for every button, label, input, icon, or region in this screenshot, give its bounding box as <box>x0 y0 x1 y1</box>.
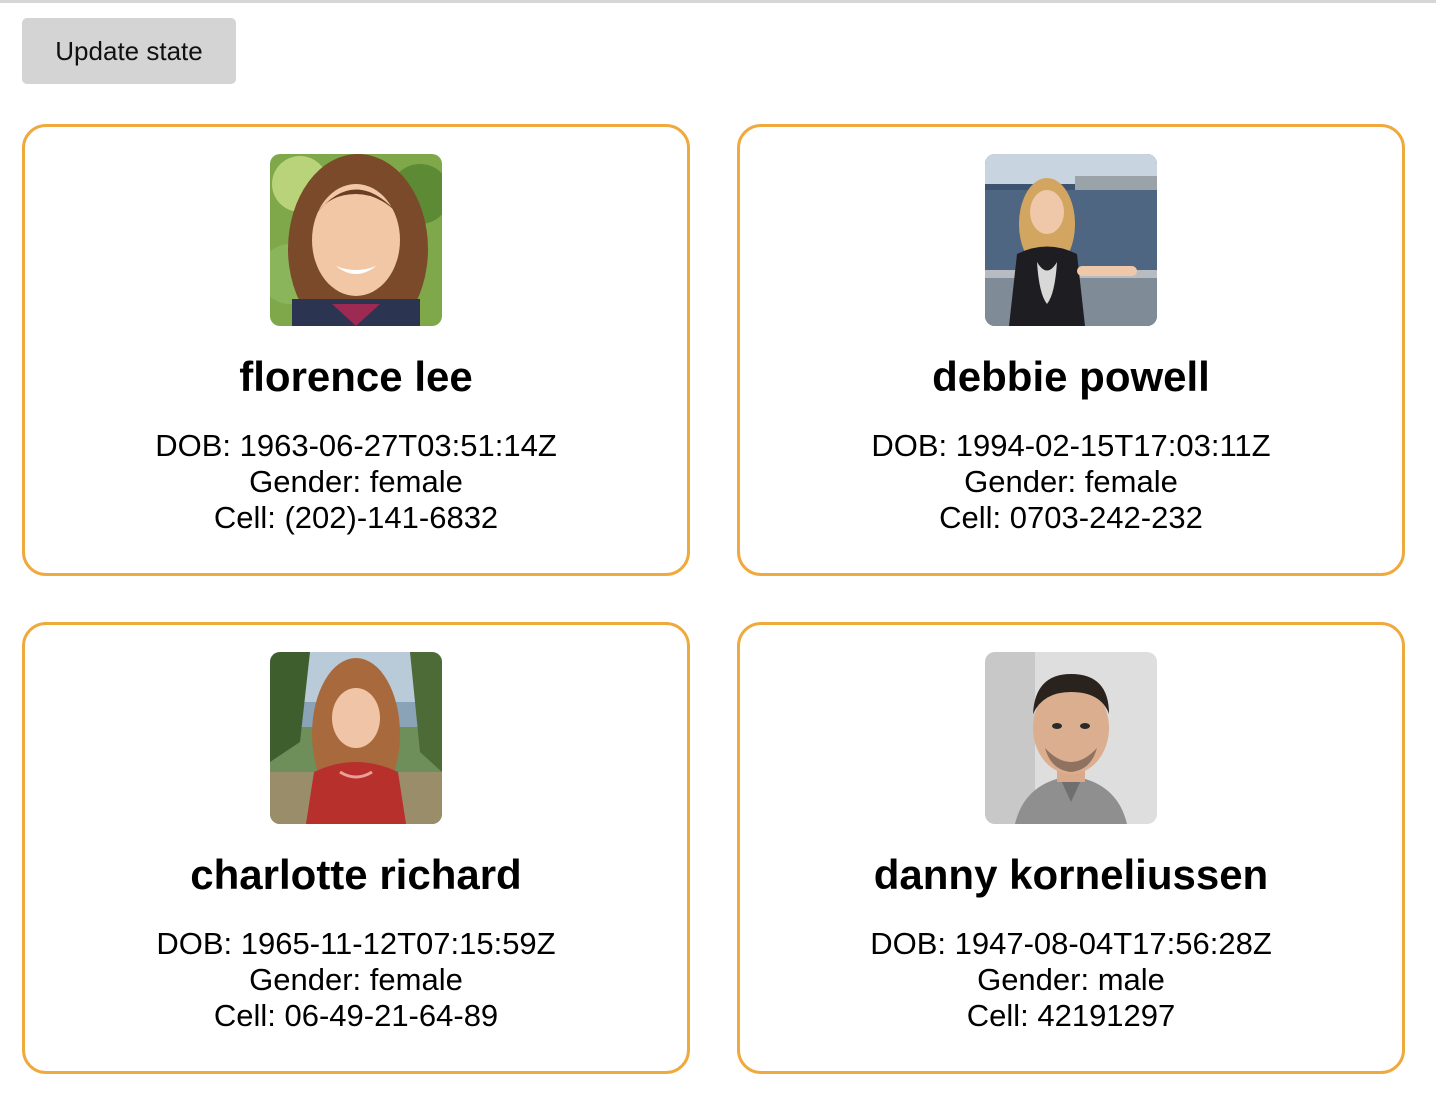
dob-line: DOB: 1947-08-04T17:56:28Z <box>740 926 1402 962</box>
user-details: DOB: 1963-06-27T03:51:14Z Gender: female… <box>25 428 687 536</box>
user-name: danny korneliussen <box>873 851 1269 898</box>
user-name: florence lee <box>239 353 473 400</box>
cell-line: Cell: 0703-242-232 <box>740 500 1402 536</box>
gender-label: Gender: <box>249 464 362 499</box>
dob-line: DOB: 1965-11-12T07:15:59Z <box>25 926 687 962</box>
top-divider <box>0 0 1436 3</box>
cell-line: Cell: 06-49-21-64-89 <box>25 998 687 1034</box>
user-details: DOB: 1965-11-12T07:15:59Z Gender: female… <box>25 926 687 1034</box>
gender-line: Gender: female <box>25 962 687 998</box>
avatar <box>985 652 1157 824</box>
cell-label: Cell: <box>213 998 276 1033</box>
user-card: debbie powell DOB: 1994-02-15T17:03:11Z … <box>737 124 1405 576</box>
cell-line: Cell: (202)-141-6832 <box>25 500 687 536</box>
gender-label: Gender: <box>964 464 1077 499</box>
cell-value: 42191297 <box>1037 998 1176 1033</box>
dob-value: 1994-02-15T17:03:11Z <box>955 428 1271 463</box>
dob-label: DOB: <box>155 428 232 463</box>
dob-label: DOB: <box>870 926 947 961</box>
gender-label: Gender: <box>977 962 1090 997</box>
gender-line: Gender: female <box>25 464 687 500</box>
gender-label: Gender: <box>249 962 362 997</box>
user-details: DOB: 1994-02-15T17:03:11Z Gender: female… <box>740 428 1402 536</box>
cell-label: Cell: <box>939 500 1002 535</box>
gender-value: male <box>1097 962 1165 997</box>
cell-label: Cell: <box>213 500 276 535</box>
cell-value: (202)-141-6832 <box>284 500 499 535</box>
user-name: charlotte richard <box>190 851 522 898</box>
user-name: debbie powell <box>932 353 1210 400</box>
user-card: florence lee DOB: 1963-06-27T03:51:14Z G… <box>22 124 690 576</box>
dob-value: 1963-06-27T03:51:14Z <box>239 428 557 463</box>
user-card: charlotte richard DOB: 1965-11-12T07:15:… <box>22 622 690 1074</box>
gender-value: female <box>369 962 463 997</box>
cell-label: Cell: <box>966 998 1029 1033</box>
gender-value: female <box>1084 464 1178 499</box>
cell-line: Cell: 42191297 <box>740 998 1402 1034</box>
dob-value: 1965-11-12T07:15:59Z <box>240 926 556 961</box>
gender-line: Gender: female <box>740 464 1402 500</box>
gender-line: Gender: male <box>740 962 1402 998</box>
avatar <box>270 154 442 326</box>
avatar <box>270 652 442 824</box>
dob-value: 1947-08-04T17:56:28Z <box>954 926 1272 961</box>
user-card: danny korneliussen DOB: 1947-08-04T17:56… <box>737 622 1405 1074</box>
cell-value: 0703-242-232 <box>1009 500 1203 535</box>
gender-value: female <box>369 464 463 499</box>
cell-value: 06-49-21-64-89 <box>284 998 499 1033</box>
dob-label: DOB: <box>871 428 948 463</box>
dob-line: DOB: 1994-02-15T17:03:11Z <box>740 428 1402 464</box>
avatar <box>985 154 1157 326</box>
user-details: DOB: 1947-08-04T17:56:28Z Gender: male C… <box>740 926 1402 1034</box>
dob-label: DOB: <box>156 926 233 961</box>
dob-line: DOB: 1963-06-27T03:51:14Z <box>25 428 687 464</box>
update-state-button[interactable]: Update state <box>22 18 236 84</box>
